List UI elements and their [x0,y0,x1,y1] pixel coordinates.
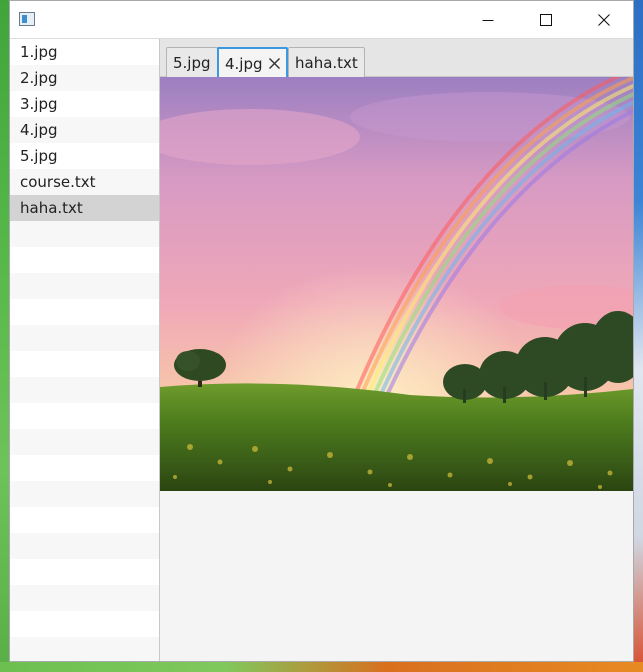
tab-pane: 5.jpg 4.jpg haha.txt [160,39,633,661]
tab-header: 5.jpg 4.jpg haha.txt [160,39,633,78]
empty-row [10,325,159,351]
file-list[interactable]: 1.jpg 2.jpg 3.jpg 4.jpg 5.jpg course.txt… [10,39,160,661]
list-item[interactable]: course.txt [10,169,159,195]
empty-row [10,403,159,429]
tab-label: 4.jpg [225,54,263,73]
empty-row [10,481,159,507]
minimize-button[interactable] [465,1,511,38]
tab-label: 5.jpg [173,53,211,72]
tab-close-button[interactable] [268,58,280,69]
empty-row [10,221,159,247]
list-item[interactable]: 3.jpg [10,91,159,117]
list-item[interactable]: 2.jpg [10,65,159,91]
tab-5-jpg[interactable]: 5.jpg [166,47,218,77]
tab-haha-txt[interactable]: haha.txt [288,47,365,77]
empty-row [10,559,159,585]
title-bar[interactable] [10,1,633,39]
empty-row [10,299,159,325]
tab-4-jpg[interactable]: 4.jpg [217,47,288,78]
list-item-selected[interactable]: haha.txt [10,195,159,221]
empty-row [10,585,159,611]
empty-row [10,429,159,455]
close-icon [268,58,280,69]
minimize-icon [482,19,494,21]
list-item[interactable]: 4.jpg [10,117,159,143]
empty-row [10,377,159,403]
maximize-icon [540,13,552,26]
empty-row [10,533,159,559]
landscape-rainbow-image [160,77,633,491]
empty-row [10,611,159,637]
app-window: 1.jpg 2.jpg 3.jpg 4.jpg 5.jpg course.txt… [9,0,634,662]
maximize-button[interactable] [523,1,569,38]
empty-row [10,507,159,533]
empty-row [10,637,159,661]
tab-label: haha.txt [295,53,358,72]
image-viewer [160,77,633,491]
app-window-icon [19,12,35,26]
empty-row [10,273,159,299]
list-item[interactable]: 1.jpg [10,39,159,65]
desktop-background-bottom [0,662,643,672]
close-icon [598,13,610,26]
desktop-background-right [634,0,643,672]
empty-row [10,247,159,273]
empty-row [10,455,159,481]
empty-row [10,351,159,377]
close-button[interactable] [581,1,627,38]
list-item[interactable]: 5.jpg [10,143,159,169]
